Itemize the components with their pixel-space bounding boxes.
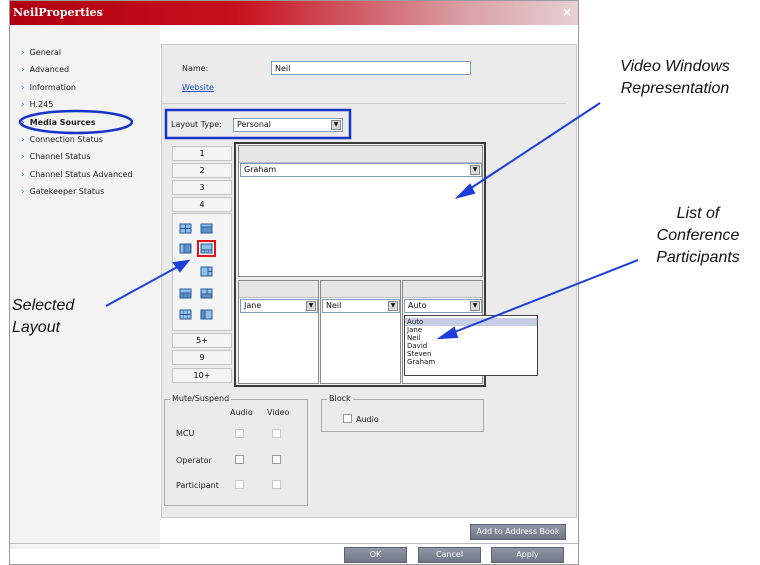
layout-type-select[interactable]: Personal ▼: [233, 118, 343, 132]
small-participant-select-2[interactable]: Neil ▼: [322, 299, 400, 313]
dropdown-option-auto[interactable]: Auto: [405, 318, 537, 326]
window-title: NeilProperties: [13, 6, 103, 19]
title-bar[interactable]: NeilProperties ×: [10, 1, 578, 25]
video-window-header: [239, 146, 482, 163]
small-participant-select-3[interactable]: Auto ▼: [404, 299, 482, 313]
ok-button[interactable]: OK: [344, 547, 407, 563]
audio-column-label: Audio: [230, 408, 253, 417]
chevron-right-icon: ›: [21, 118, 25, 128]
chevron-down-icon: ▼: [470, 301, 480, 311]
layout-one-plus-three-icon: [200, 243, 213, 254]
add-to-address-book-button[interactable]: Add to Address Book: [470, 524, 566, 540]
layout-count-10plus-button[interactable]: 10+: [172, 368, 232, 383]
footer-divider: [10, 543, 578, 544]
participant-label: Participant: [176, 481, 219, 490]
layout-quad-icon[interactable]: [179, 223, 192, 234]
chevron-right-icon: ›: [21, 83, 25, 93]
small-video-window-1: [238, 280, 319, 384]
layout-strip-icon[interactable]: [200, 223, 213, 234]
cancel-button[interactable]: Cancel: [418, 547, 481, 563]
chevron-right-icon: ›: [21, 100, 25, 110]
layout-count-5plus-button[interactable]: 5+: [172, 333, 232, 348]
chevron-right-icon: ›: [21, 65, 25, 75]
name-label: Name:: [182, 64, 209, 73]
video-window-header: [239, 281, 318, 298]
chevron-right-icon: ›: [21, 170, 25, 180]
sidebar-item-h245[interactable]: › H.245: [21, 99, 53, 111]
dropdown-option-steven[interactable]: Steven: [405, 350, 537, 358]
sidebar-item-gatekeeper-status[interactable]: › Gatekeeper Status: [21, 186, 104, 198]
chevron-down-icon: ▼: [331, 120, 341, 130]
layout-six-icon[interactable]: [179, 309, 192, 320]
sidebar-item-general[interactable]: › General: [21, 47, 61, 59]
dropdown-option-david[interactable]: David: [405, 342, 537, 350]
close-icon[interactable]: ×: [560, 5, 574, 19]
chevron-right-icon: ›: [21, 48, 25, 58]
website-link[interactable]: Website: [182, 83, 214, 92]
chevron-right-icon: ›: [21, 152, 25, 162]
participant-audio-checkbox[interactable]: [235, 480, 244, 489]
divider: [162, 103, 566, 104]
selected-layout-annotation: Selected Layout: [12, 297, 75, 336]
chevron-down-icon: ▼: [470, 165, 480, 175]
apply-button[interactable]: Apply: [491, 547, 564, 563]
layout-film-icon[interactable]: [200, 309, 213, 320]
sidebar-item-advanced[interactable]: › Advanced: [21, 64, 69, 76]
block-audio-checkbox[interactable]: [343, 414, 352, 423]
operator-video-checkbox[interactable]: [272, 455, 281, 464]
participant-dropdown-list: Auto Jane Neil David Steven Graham: [404, 315, 538, 376]
small-participant-select-1[interactable]: Jane ▼: [240, 299, 318, 313]
small-video-window-2: [320, 280, 401, 384]
layout-top-three-icon[interactable]: [179, 288, 192, 299]
dropdown-option-neil[interactable]: Neil: [405, 334, 537, 342]
layout-count-3-button[interactable]: 3: [172, 180, 232, 195]
participant-video-checkbox[interactable]: [272, 480, 281, 489]
sidebar-item-channel-status-advanced[interactable]: › Channel Status Advanced: [21, 169, 133, 181]
layout-count-1-button[interactable]: 1: [172, 146, 232, 161]
chevron-right-icon: ›: [21, 187, 25, 197]
layout-split-icon[interactable]: [200, 266, 213, 277]
mcu-label: MCU: [176, 429, 195, 438]
video-windows-annotation: Video Windows Representation: [620, 58, 730, 97]
layout-side-icon[interactable]: [179, 243, 192, 254]
sidebar-item-media-sources[interactable]: › Media Sources: [21, 117, 96, 129]
chevron-right-icon: ›: [21, 135, 25, 145]
video-window-header: [403, 281, 482, 298]
dropdown-option-graham[interactable]: Graham: [405, 358, 537, 366]
layout-count-9-button[interactable]: 9: [172, 350, 232, 365]
operator-audio-checkbox[interactable]: [235, 455, 244, 464]
layout-type-label: Layout Type:: [171, 120, 222, 129]
mcu-audio-checkbox[interactable]: [235, 429, 244, 438]
selected-layout-frame[interactable]: [197, 240, 216, 257]
dropdown-option-jane[interactable]: Jane: [405, 326, 537, 334]
block-audio-label: Audio: [356, 415, 379, 424]
name-field[interactable]: Neil: [271, 61, 471, 75]
mute-suspend-title: Mute/Suspend: [170, 394, 232, 403]
layout-count-4-button[interactable]: 4: [172, 197, 232, 212]
chevron-down-icon: ▼: [306, 301, 316, 311]
sidebar-item-connection-status[interactable]: › Connection Status: [21, 134, 103, 146]
sidebar: › General › Advanced › Information › H.245 ›…: [10, 25, 160, 549]
video-column-label: Video: [267, 408, 290, 417]
sidebar-item-channel-status[interactable]: › Channel Status: [21, 151, 91, 163]
mcu-video-checkbox[interactable]: [272, 429, 281, 438]
participants-list-annotation: List of Conference Participants: [656, 205, 740, 266]
chevron-down-icon: ▼: [388, 301, 398, 311]
operator-label: Operator: [176, 456, 212, 465]
layout-grid-icon[interactable]: [200, 288, 213, 299]
main-participant-select[interactable]: Graham ▼: [240, 163, 482, 177]
block-title: Block: [327, 394, 353, 403]
sidebar-item-information[interactable]: › Information: [21, 82, 76, 94]
video-window-header: [321, 281, 400, 298]
layout-count-2-button[interactable]: 2: [172, 163, 232, 178]
